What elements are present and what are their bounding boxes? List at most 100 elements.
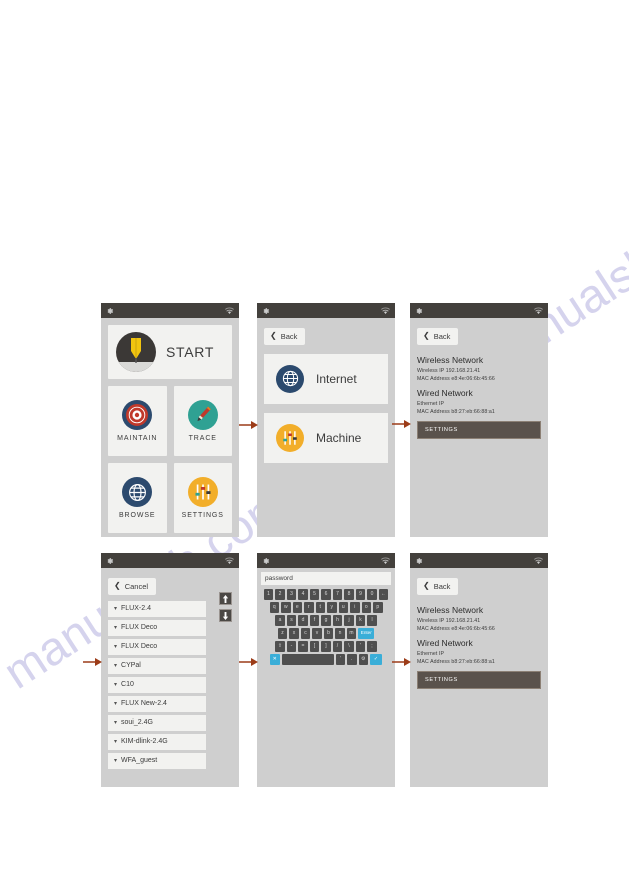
list-item[interactable]: ▾ FLUX-2.4 [108,600,206,617]
trace-tile[interactable]: TRACE [173,386,232,456]
key-minus[interactable]: - [286,641,297,652]
back-label: Back [433,331,451,341]
key-3[interactable]: 3 [286,589,297,600]
settings-tile[interactable]: SETTINGS [173,463,232,533]
key-space[interactable] [281,654,334,665]
key-q[interactable]: q [269,602,279,613]
key-b[interactable]: b [323,628,334,639]
signal-icon: ▾ [114,682,118,688]
list-item[interactable]: ▾ soui_2.4G [108,714,206,731]
globe-icon [122,477,153,507]
key-9[interactable]: 9 [355,589,366,600]
chevron-left-icon: ❮ [270,331,277,340]
key-x[interactable]: x [289,628,299,639]
settings-button[interactable]: SETTINGS [417,420,541,439]
key-equals[interactable]: = [298,641,308,652]
key-o[interactable]: o [361,602,371,613]
key-l[interactable]: l [367,615,377,626]
scroll-down-button[interactable] [219,609,232,622]
key-j[interactable]: j [344,615,354,626]
key-t[interactable]: t [315,602,325,613]
status-bar [101,303,239,318]
list-item[interactable]: ▾ C10 [108,676,206,693]
key-slash[interactable]: / [332,641,343,652]
key-4[interactable]: 4 [298,589,308,600]
key-7[interactable]: 7 [332,589,343,600]
back-button[interactable]: ❮ Back [264,327,306,345]
menu-item-internet[interactable]: Internet [264,353,388,404]
key-semicolon[interactable]: ; [367,641,377,652]
key-w[interactable]: w [281,602,291,613]
key-f[interactable]: f [309,615,320,626]
start-tile[interactable]: START [108,325,232,379]
browse-tile[interactable]: BROWSE [108,463,167,533]
key-settings[interactable]: ⚙ [358,654,368,665]
manual-page: manualslib.com manualslib.com [0,0,629,893]
key-5[interactable]: 5 [309,589,320,600]
network-info-block: Wireless Network Wireless IP 192.168.21.… [417,345,541,439]
key-y[interactable]: y [327,602,337,613]
key-z[interactable]: z [277,628,288,639]
chevron-left-icon: ❮ [423,581,430,590]
wifi-ssid: soui_2.4G [121,719,153,726]
list-item[interactable]: ▾ KIM-dlink-2.4G [108,733,206,750]
settings-button[interactable]: SETTINGS [417,670,541,689]
key-0[interactable]: 0 [367,589,377,600]
key-6[interactable]: 6 [321,589,331,600]
key-i[interactable]: i [350,602,360,613]
key-apostrophe[interactable]: ' [355,641,366,652]
key-u[interactable]: u [338,602,348,613]
key-comma[interactable]: ' [335,654,345,665]
list-item[interactable]: ▾ FLUX New-2.4 [108,695,206,712]
password-input[interactable]: password [261,572,391,585]
key-bracket-right[interactable]: ] [321,641,331,652]
flow-arrow-1 [239,421,258,429]
status-bar [257,303,395,318]
cancel-button[interactable]: ❮ Cancel [108,577,157,595]
scroll-up-button[interactable] [219,592,232,605]
key-k[interactable]: k [355,615,366,626]
key-period[interactable]: . [347,654,357,665]
key-e[interactable]: e [292,602,302,613]
flow-arrow-3 [83,658,102,666]
key-confirm[interactable]: ✓ [370,654,382,665]
key-p[interactable]: p [373,602,383,613]
key-g[interactable]: g [321,615,331,626]
list-item[interactable]: ▾ CYPal [108,657,206,674]
flow-arrow-2 [392,420,411,428]
key-bracket-left[interactable]: [ [309,641,320,652]
wifi-icon [381,306,390,314]
key-8[interactable]: 8 [344,589,354,600]
key-n[interactable]: n [335,628,345,639]
key-v[interactable]: v [312,628,322,639]
keyboard-row-bottom: ✕ ' . ⚙ ✓ [261,654,391,665]
signal-icon: ▾ [114,663,118,669]
key-shift[interactable]: ⇧ [275,641,285,652]
wifi-ssid: CYPal [121,662,141,669]
wifi-ssid: FLUX New-2.4 [121,700,167,707]
start-label: START [166,344,215,360]
key-r[interactable]: r [304,602,314,613]
key-m[interactable]: m [346,628,357,639]
keyboard-row-qwerty: q w e r t y u i o p [261,602,391,613]
key-s[interactable]: s [286,615,297,626]
key-c[interactable]: c [300,628,311,639]
key-close[interactable]: ✕ [270,654,280,665]
maintain-tile[interactable]: MAINTAIN [108,386,167,456]
back-button[interactable]: ❮ Back [417,577,459,595]
key-enter[interactable]: Enter [358,628,375,639]
wired-heading: Wired Network [417,387,473,398]
key-1[interactable]: 1 [263,589,274,600]
key-a[interactable]: a [275,615,285,626]
back-button[interactable]: ❮ Back [417,327,459,345]
key-2[interactable]: 2 [275,589,285,600]
key-d[interactable]: d [298,615,308,626]
list-item[interactable]: ▾ WFA_guest [108,752,206,769]
key-backslash[interactable]: \ [344,641,354,652]
menu-item-machine[interactable]: Machine [264,412,388,463]
scroll-controls [219,592,232,622]
list-item[interactable]: ▾ FLUX Deco [108,638,206,655]
key-backspace[interactable]: ← [378,589,389,600]
key-h[interactable]: h [332,615,343,626]
list-item[interactable]: ▾ FLUX Deco [108,619,206,636]
